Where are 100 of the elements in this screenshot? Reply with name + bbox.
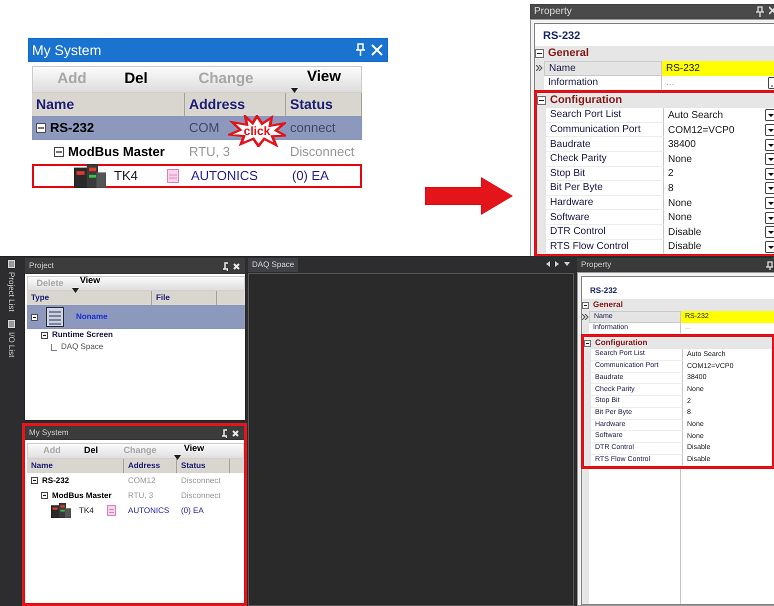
dropdown-button[interactable] <box>765 226 774 238</box>
address-text: COM12 <box>128 474 156 486</box>
collapse-icon[interactable] <box>36 123 46 133</box>
tree-row[interactable]: ModBus Master RTU, 3 Disconnect <box>27 488 244 503</box>
collapse-icon[interactable] <box>41 332 48 338</box>
list-icon <box>46 307 64 327</box>
group-header[interactable]: Configuration <box>591 337 648 350</box>
dropdown-button[interactable] <box>765 240 774 253</box>
tab-icon <box>8 320 14 328</box>
collapse-icon[interactable] <box>41 492 48 499</box>
status-text: Disconnect <box>181 490 221 502</box>
click-tooltip: click <box>228 115 286 147</box>
group-header[interactable]: General <box>544 45 589 62</box>
device-name: RS-232 <box>42 474 70 486</box>
row-gutter <box>537 108 546 123</box>
property-label[interactable]: Information <box>544 76 662 90</box>
toolbar-button[interactable]: Del <box>111 68 161 91</box>
dropdown-button[interactable] <box>765 124 774 136</box>
pin-icon[interactable] <box>222 262 228 270</box>
row-pointer-icon <box>536 65 543 72</box>
status-text: Disconnect <box>290 143 354 162</box>
tree-item-label: Noname <box>76 311 108 323</box>
collapse-icon[interactable] <box>31 314 38 320</box>
side-tab[interactable]: Project List <box>5 260 17 312</box>
group-header[interactable]: General <box>589 299 623 311</box>
address-text: AUTONICS <box>128 504 170 516</box>
device-name: RS-232 <box>50 119 94 138</box>
toolbar-button[interactable]: View <box>291 66 361 94</box>
side-tab[interactable]: I/O List <box>5 320 17 357</box>
caret-icon <box>72 288 79 293</box>
device-name: TK4 <box>114 167 138 186</box>
toolbar-button[interactable]: View <box>174 442 218 460</box>
scroll-right-icon[interactable] <box>555 261 559 267</box>
status-text: connect <box>290 119 336 138</box>
toolbar-button[interactable]: View <box>72 274 112 293</box>
pin-icon[interactable] <box>221 428 227 438</box>
group-row[interactable]: General <box>582 299 774 311</box>
collapse-icon[interactable] <box>582 302 589 308</box>
tree-row[interactable]: TK4 AUTONICS (0) EA <box>27 503 244 518</box>
dropdown-icon[interactable] <box>564 262 570 266</box>
close-icon[interactable] <box>769 6 774 15</box>
property-label[interactable]: Name <box>544 61 662 76</box>
collapse-icon[interactable] <box>584 340 591 347</box>
collapse-icon[interactable] <box>54 147 64 157</box>
property-label[interactable]: RTS Flow Control <box>546 240 664 254</box>
group-header[interactable]: Configuration <box>546 92 622 109</box>
dropdown-button[interactable] <box>765 138 774 151</box>
controller-icon <box>74 164 106 188</box>
row-pointer-icon <box>582 314 589 320</box>
dropdown-button[interactable] <box>765 153 774 166</box>
status-text: Disconnect <box>181 474 221 486</box>
tree-branch-icon <box>51 344 57 350</box>
column-header[interactable]: Address <box>124 459 177 473</box>
dropdown-button[interactable] <box>765 182 774 194</box>
tab-icon <box>8 260 14 268</box>
close-icon[interactable] <box>232 262 241 270</box>
address-text: RTU, 3 <box>189 143 230 162</box>
tree-row[interactable]: DAQ Space <box>27 341 245 353</box>
row-gutter <box>537 240 546 254</box>
panel-title: Project <box>29 260 54 272</box>
controller-icon <box>51 503 71 518</box>
dropdown-button[interactable] <box>765 168 774 180</box>
document-icon <box>167 169 179 183</box>
tree-row[interactable]: RS-232 COM12 Disconnect <box>27 473 244 488</box>
panel-title: My System <box>29 427 69 439</box>
object-name: RS-232 <box>589 285 618 297</box>
collapse-icon[interactable] <box>537 96 546 106</box>
address-text: RTU, 3 <box>128 490 154 502</box>
close-icon[interactable] <box>231 428 240 438</box>
collapse-icon[interactable] <box>31 477 38 484</box>
column-header[interactable]: Name <box>27 459 124 473</box>
status-text: (0) EA <box>181 504 204 516</box>
group-row[interactable]: Configuration <box>537 93 774 108</box>
panel-title: Property <box>581 259 612 271</box>
dropdown-button[interactable] <box>765 109 774 122</box>
tree-item-label: Runtime Screen <box>52 329 113 341</box>
scroll-left-icon[interactable] <box>546 261 550 267</box>
collapse-icon[interactable] <box>535 49 544 58</box>
panel-title: My System <box>32 40 102 60</box>
dropdown-button[interactable] <box>765 212 774 224</box>
tree-row[interactable]: TK4 AUTONICS (0) EA <box>32 164 362 188</box>
tree-item-label: DAQ Space <box>61 341 104 353</box>
document-icon <box>107 505 116 516</box>
property-value[interactable]: RS-232 <box>662 61 774 76</box>
toolbar-button[interactable]: Del <box>76 444 106 458</box>
group-row[interactable]: Configuration <box>584 337 772 350</box>
device-name: TK4 <box>79 504 94 516</box>
address-text: COM <box>189 119 220 138</box>
pin-icon[interactable] <box>756 6 765 17</box>
device-name: ModBus Master <box>68 143 165 162</box>
device-name: ModBus Master <box>52 490 112 502</box>
object-name: RS-232 <box>542 29 582 44</box>
address-text: AUTONICS <box>191 167 258 186</box>
dropdown-button[interactable] <box>765 197 774 210</box>
tree-row[interactable]: Runtime Screen <box>27 329 245 341</box>
document-tab[interactable]: DAQ Space <box>248 258 298 272</box>
status-text: (0) EA <box>292 167 329 186</box>
group-row[interactable]: General <box>535 46 774 61</box>
column-header[interactable]: Status <box>177 459 230 473</box>
pin-icon[interactable] <box>766 260 773 270</box>
